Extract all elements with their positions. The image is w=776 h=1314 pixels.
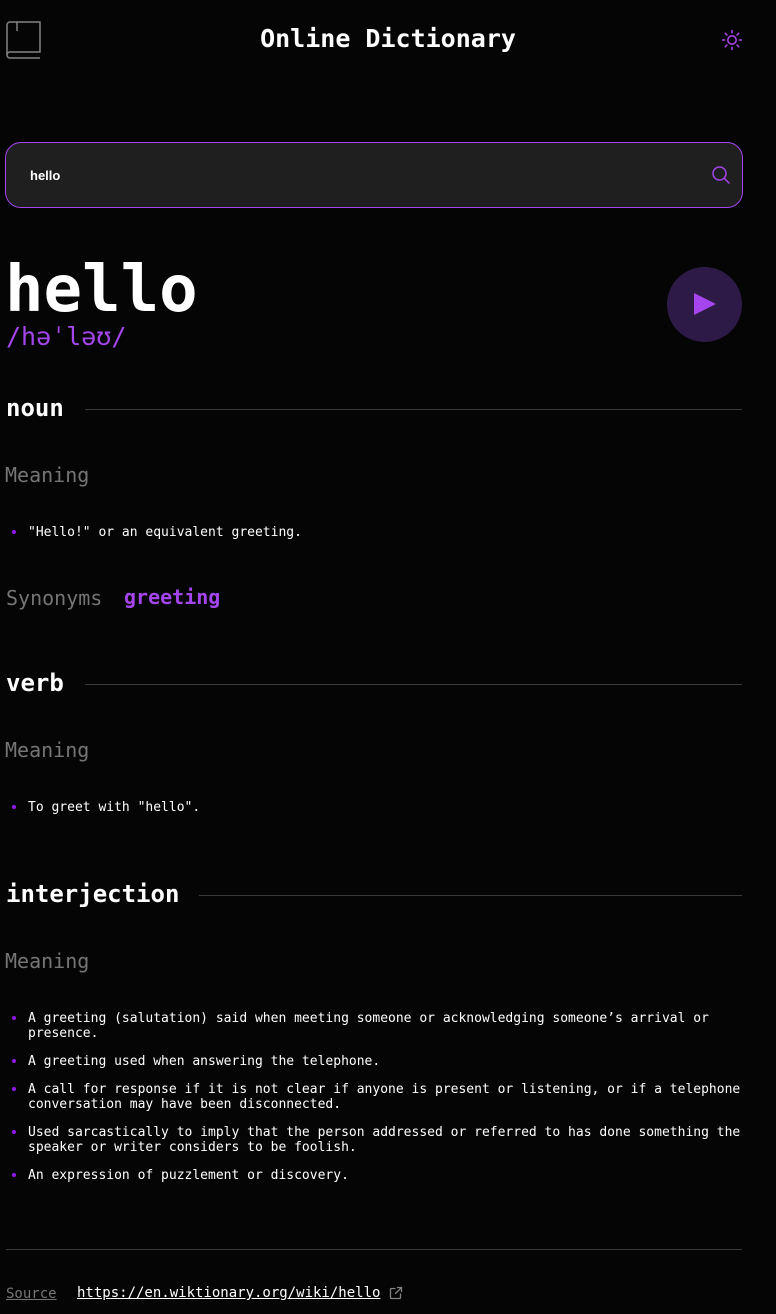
meaning-label: Meaning bbox=[5, 949, 90, 973]
definition-item: To greet with "hello". bbox=[12, 800, 752, 815]
bullet-icon bbox=[12, 1016, 16, 1020]
footer-divider bbox=[6, 1249, 742, 1250]
bullet-icon bbox=[12, 1173, 16, 1177]
definition-item: A call for response if it is not clear i… bbox=[12, 1082, 752, 1112]
app-title: Online Dictionary bbox=[260, 24, 516, 53]
source-label: Source bbox=[6, 1286, 57, 1302]
search-bar bbox=[5, 142, 743, 208]
definition-item: Used sarcastically to imply that the per… bbox=[12, 1125, 752, 1155]
bullet-icon bbox=[12, 805, 16, 809]
definition-item: A greeting used when answering the telep… bbox=[12, 1054, 752, 1069]
external-link-icon[interactable] bbox=[389, 1286, 403, 1300]
search-icon[interactable] bbox=[711, 165, 731, 185]
part-of-speech-verb: verb bbox=[6, 669, 64, 697]
definition-item: An expression of puzzlement or discovery… bbox=[12, 1168, 752, 1183]
divider bbox=[199, 895, 742, 896]
synonyms-label: Synonyms bbox=[6, 586, 103, 610]
meaning-label: Meaning bbox=[5, 463, 90, 487]
search-input[interactable] bbox=[30, 143, 690, 207]
play-icon bbox=[694, 293, 716, 315]
definition-item: "Hello!" or an equivalent greeting. bbox=[12, 525, 752, 540]
play-audio-button[interactable] bbox=[667, 267, 742, 342]
bullet-icon bbox=[12, 1130, 16, 1134]
part-of-speech-noun: noun bbox=[6, 394, 64, 422]
bullet-icon bbox=[12, 1087, 16, 1091]
header: Online Dictionary bbox=[0, 0, 776, 80]
definition-item: A greeting (salutation) said when meetin… bbox=[12, 1011, 752, 1041]
synonym-link[interactable]: greeting bbox=[124, 585, 220, 609]
word-heading: hello bbox=[5, 253, 198, 327]
source-link[interactable]: https://en.wiktionary.org/wiki/hello bbox=[77, 1285, 380, 1301]
meaning-label: Meaning bbox=[5, 738, 90, 762]
phonetic-text: /həˈləʊ/ bbox=[6, 322, 127, 351]
part-of-speech-interjection: interjection bbox=[6, 880, 180, 908]
bullet-icon bbox=[12, 530, 16, 534]
divider bbox=[85, 684, 742, 685]
sun-icon[interactable] bbox=[720, 28, 744, 52]
divider bbox=[85, 409, 742, 410]
bullet-icon bbox=[12, 1059, 16, 1063]
